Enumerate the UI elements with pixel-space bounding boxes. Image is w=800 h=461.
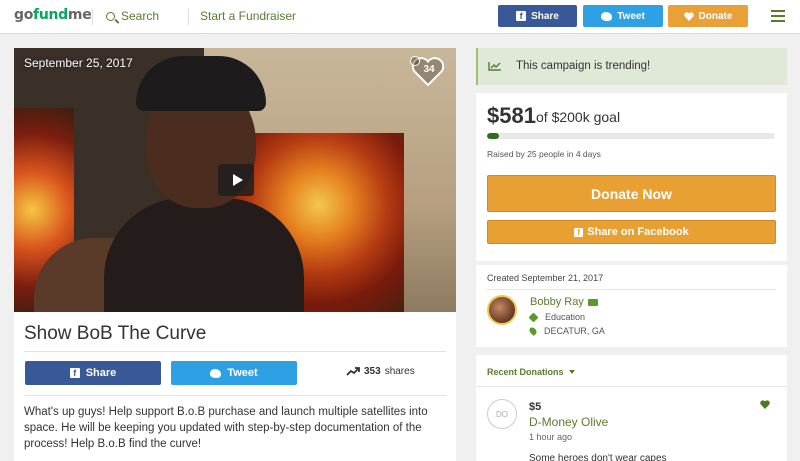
organizer-avatar[interactable]: [487, 295, 517, 325]
envelope-icon[interactable]: [587, 298, 598, 306]
twitter-icon: [210, 368, 222, 378]
heart-icon[interactable]: [760, 400, 770, 409]
donation-message: Some heroes don't wear capes: [529, 453, 667, 461]
facebook-icon: f: [69, 368, 80, 378]
donation-time: 1 hour ago: [529, 432, 573, 442]
raised-by-text: Raised by 25 people in 4 days: [487, 149, 601, 159]
search-label: Search: [121, 9, 160, 23]
video-person-body: [104, 198, 304, 312]
top-nav: gofundme Search Start a Fundraiser f Shar…: [0, 0, 800, 34]
start-fundraiser-link[interactable]: Start a Fundraiser: [200, 9, 296, 23]
location-label: DECATUR, GA: [544, 326, 605, 336]
divider: [487, 289, 776, 290]
location-pin-icon: [528, 326, 538, 336]
divider: [24, 395, 446, 396]
category-label: Education: [545, 312, 586, 322]
tweet-button[interactable]: Tweet: [171, 361, 297, 385]
tag-icon: [528, 312, 539, 322]
twitter-icon: [601, 11, 613, 21]
gofundme-logo[interactable]: gofundme: [14, 7, 92, 23]
trending-arrow-icon: [346, 367, 360, 376]
organizer-location: DECATUR, GA: [528, 326, 605, 336]
campaign-description: What's up guys! Help support B.o.B purch…: [24, 406, 428, 450]
menu-icon[interactable]: [771, 10, 785, 22]
play-button[interactable]: [218, 164, 254, 196]
recent-donations-label: Recent Donations: [487, 367, 564, 377]
recent-donations-toggle[interactable]: Recent Donations: [487, 367, 575, 377]
shares-label: shares: [384, 366, 415, 377]
search-icon: [106, 12, 115, 21]
header-tweet-button[interactable]: Tweet: [583, 5, 663, 27]
tweet-label: Tweet: [227, 367, 258, 379]
created-date: Created September 21, 2017: [487, 273, 604, 283]
facebook-icon: f: [516, 11, 527, 21]
divider: [24, 351, 446, 352]
trending-chart-icon: [488, 62, 501, 71]
trending-banner: This campaign is trending!: [476, 48, 787, 85]
campaign-video[interactable]: September 25, 2017 34: [14, 48, 456, 312]
like-heart-button[interactable]: 34: [410, 56, 446, 88]
trending-text: This campaign is trending!: [516, 60, 651, 72]
heart-icon: [683, 11, 694, 21]
logo-prefix: go: [14, 7, 34, 23]
organizer-card: Created September 21, 2017 Bobby Ray Edu…: [476, 265, 787, 347]
amount-raised: $581: [487, 103, 536, 128]
video-person-cap: [136, 56, 266, 111]
donation-progress-card: $581 of $200k goal Raised by 25 people i…: [476, 93, 787, 261]
facebook-icon: f: [574, 227, 584, 237]
donation-amount: $5: [529, 401, 542, 413]
share-facebook-button[interactable]: f Share: [25, 361, 161, 385]
play-icon: [232, 174, 243, 186]
share-on-facebook-button[interactable]: f Share on Facebook: [487, 220, 776, 244]
divider: [476, 386, 787, 387]
logo-suffix: me: [67, 7, 92, 23]
progress-bar: [487, 133, 775, 139]
logo-accent: fund: [33, 7, 68, 23]
header-share-label: Share: [531, 10, 559, 22]
like-count: 34: [423, 64, 435, 75]
organizer-category: Education: [528, 312, 586, 322]
caret-down-icon: [568, 370, 575, 374]
nav-divider: [92, 9, 93, 25]
recent-donations-card: Recent Donations DO $5 D-Money Olive 1 h…: [476, 355, 787, 461]
donate-now-button[interactable]: Donate Now: [487, 175, 776, 212]
header-donate-button[interactable]: Donate: [668, 5, 748, 27]
video-date: September 25, 2017: [24, 56, 133, 70]
header-share-button[interactable]: f Share: [498, 5, 577, 27]
share-label: Share: [85, 367, 117, 379]
campaign-card: September 25, 2017 34 Show BoB The Curve…: [14, 48, 456, 461]
shares-number: 353: [364, 366, 381, 377]
goal-text: of $200k goal: [536, 109, 621, 125]
campaign-title: Show BoB The Curve: [24, 323, 207, 344]
search-link[interactable]: Search: [106, 9, 159, 23]
nav-divider: [188, 9, 189, 25]
donor-name: D-Money Olive: [529, 415, 609, 429]
progress-bar-fill: [487, 133, 499, 139]
shares-count: 353 shares: [346, 366, 415, 377]
organizer-name: Bobby Ray: [530, 296, 584, 308]
header-donate-label: Donate: [698, 10, 733, 22]
donor-avatar: DO: [487, 399, 517, 429]
share-on-facebook-label: Share on Facebook: [587, 226, 689, 238]
header-tweet-label: Tweet: [617, 10, 645, 22]
organizer-name-link[interactable]: Bobby Ray: [530, 296, 598, 308]
